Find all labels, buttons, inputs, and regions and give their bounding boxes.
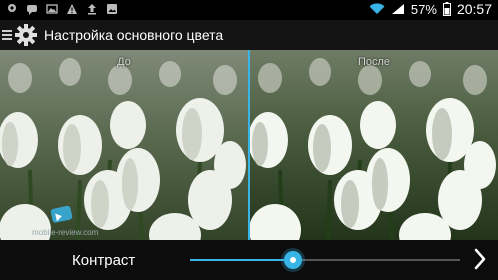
compare-divider[interactable] <box>248 50 250 240</box>
chat-icon <box>27 5 37 15</box>
status-bar: 57% 20:57 <box>0 0 498 20</box>
wifi-icon <box>369 3 385 15</box>
notification-icons <box>6 3 118 15</box>
photo-icon <box>107 4 117 14</box>
tulips-image-after <box>250 50 498 240</box>
upload-icon <box>88 4 96 15</box>
system-status: 57% 20:57 <box>369 1 492 17</box>
warning-icon <box>67 4 77 14</box>
location-icon <box>8 4 16 12</box>
battery-percent: 57% <box>410 1 437 17</box>
watermark-logo: mobile-review.com <box>32 205 99 237</box>
adjustment-bar: Контраст <box>0 240 498 280</box>
contrast-label: Контраст <box>72 252 136 269</box>
chevron-right-icon[interactable] <box>472 248 488 270</box>
after-label: После <box>357 56 391 68</box>
watermark-text: mobile-review.com <box>32 228 99 237</box>
contrast-slider[interactable] <box>190 251 460 269</box>
gear-icon[interactable] <box>14 23 38 47</box>
before-label: До <box>117 56 131 68</box>
menu-icon[interactable] <box>2 30 12 40</box>
image-icon <box>46 4 58 14</box>
signal-icon <box>391 4 404 14</box>
page-title: Настройка основного цвета <box>44 27 224 43</box>
preview-after <box>250 50 498 240</box>
battery-icon <box>442 2 451 16</box>
slider-thumb[interactable] <box>284 251 302 269</box>
app-bar: Настройка основного цвета <box>0 20 498 50</box>
slider-fill <box>190 259 293 261</box>
clock: 20:57 <box>456 1 492 17</box>
